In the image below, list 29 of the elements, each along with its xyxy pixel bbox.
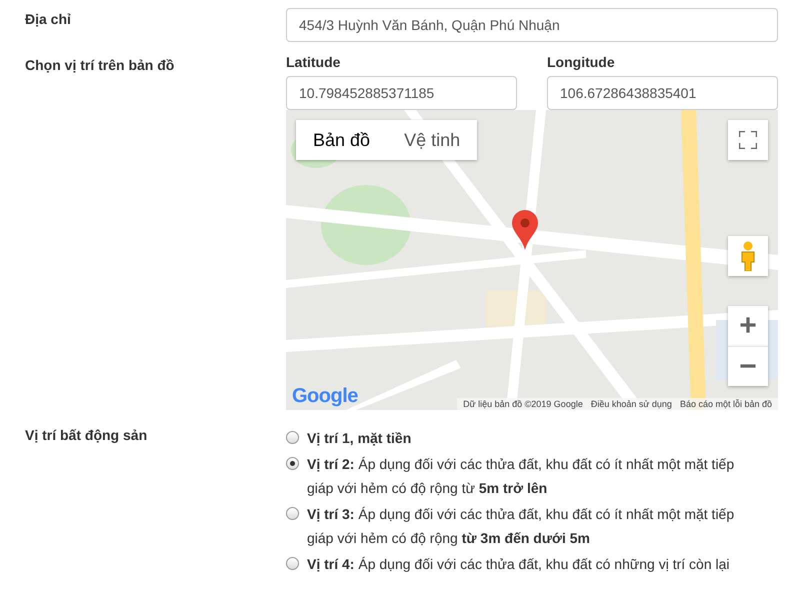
person-icon: [740, 241, 756, 271]
map-pin-icon: [512, 210, 538, 250]
fullscreen-button[interactable]: [728, 120, 768, 160]
zoom-in-button[interactable]: +: [728, 306, 768, 346]
option-label: Vị trí 1, mặt tiền: [307, 429, 412, 448]
street-view-button[interactable]: [728, 236, 768, 276]
field-label: Địa chỉ: [25, 10, 72, 29]
zoom-out-button[interactable]: −: [728, 346, 768, 386]
map-footer-link[interactable]: Báo cáo một lỗi bản đồ: [680, 399, 772, 409]
latitude-field[interactable]: 10.798452885371185: [286, 76, 517, 110]
map-attribution: Dữ liệu bản đồ ©2019 Google: [463, 399, 583, 409]
field-label: Vị trí bất động sản: [25, 426, 148, 445]
map-type-tab[interactable]: Vệ tinh: [387, 120, 478, 160]
address-field[interactable]: 454/3 Huỳnh Văn Bánh, Quận Phú Nhuận: [286, 8, 778, 42]
field-label: Chọn vị trí trên bản đồ: [25, 56, 176, 75]
map-logo: Google: [292, 385, 358, 408]
option-label: Vị trí 2: Áp dụng đối với các thửa đất, khu đất có ít nhất một mặt tiếp giáp với hẻm có độ rộng từ 5m trở lên: [307, 455, 736, 498]
radio-button[interactable]: [286, 507, 299, 520]
field-label: Longitude: [547, 54, 616, 70]
option-label: Vị trí 4: Áp dụng đối với các thửa đất, khu đất có những vị trí còn lại: [307, 555, 730, 574]
radio-button[interactable]: [286, 457, 299, 470]
fullscreen-icon: [739, 131, 757, 149]
map-footer-link[interactable]: Điều khoản sử dụng: [590, 399, 672, 409]
map-type-tab[interactable]: Bản đồ: [296, 120, 388, 160]
option-label: Vị trí 3: Áp dụng đối với các thửa đất, khu đất có ít nhất một mặt tiếp giáp với hẻm có độ rộng từ 3m đến dưới 5m: [307, 505, 736, 548]
radio-button[interactable]: [286, 431, 299, 444]
radio-button[interactable]: [286, 557, 299, 570]
field-label: Latitude: [286, 54, 342, 70]
longitude-field[interactable]: 106.67286438835401: [547, 76, 778, 110]
